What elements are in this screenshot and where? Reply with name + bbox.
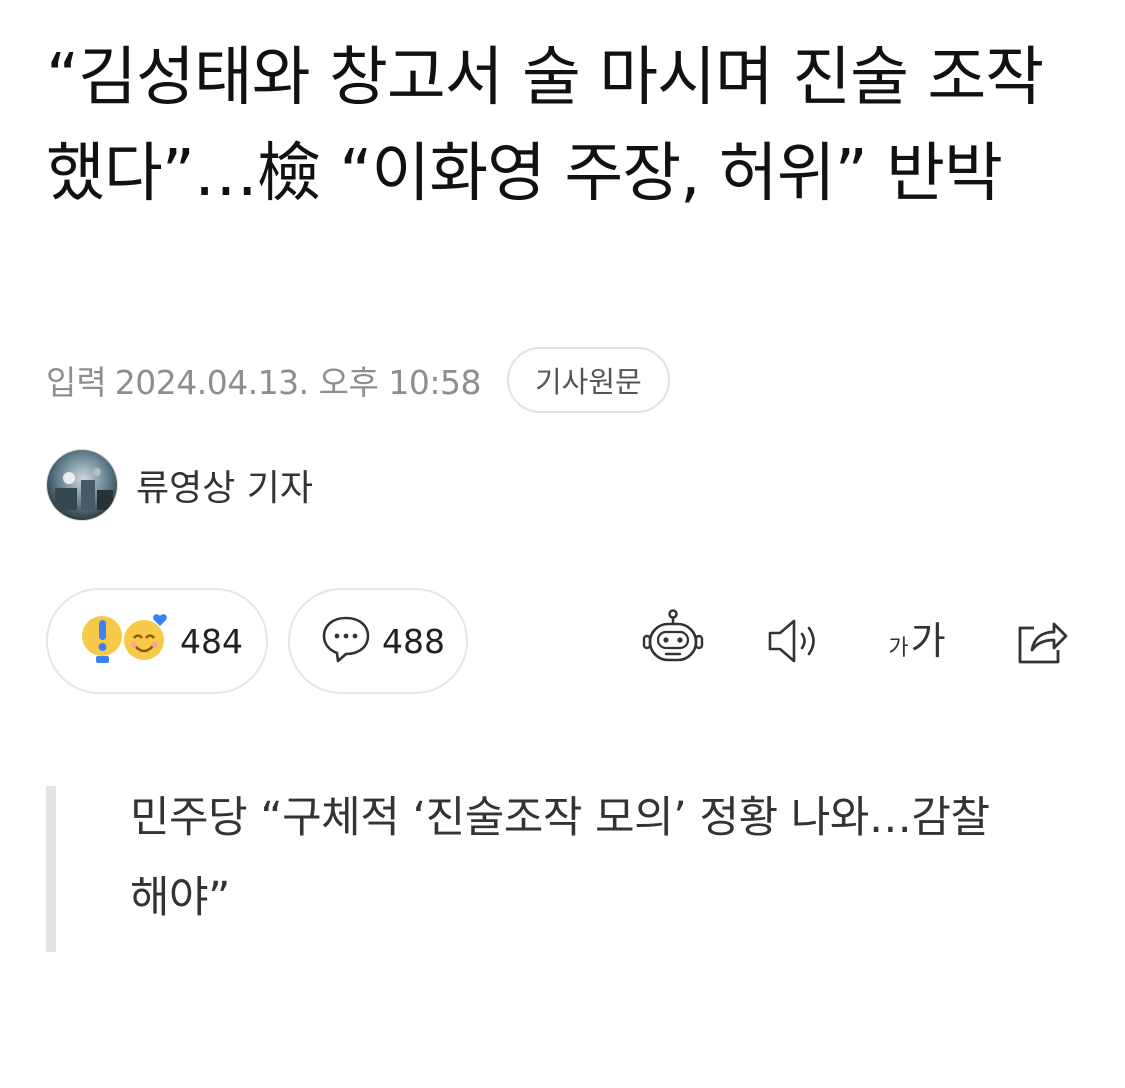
reaction-button[interactable]: 484 [46, 588, 268, 694]
article-meta: 입력 2024.04.13. 오후 10:58 기사원문 [46, 345, 670, 415]
article-headline: “김성태와 창고서 술 마시며 진술 조작했다”…檢 “이화영 주장, 허위” … [46, 41, 1044, 211]
font-size-icon[interactable]: 가가 [878, 602, 956, 680]
reporter-name[interactable]: 류영상 기자 [136, 459, 313, 511]
reaction-count: 484 [180, 621, 243, 661]
robot-icon[interactable] [634, 602, 712, 680]
exclamation-emoji-icon [80, 612, 128, 670]
publish-date: 2024.04.13. 오후 10:58 [114, 363, 482, 402]
date-label: 입력 [46, 363, 107, 402]
heart-smile-emoji-icon [122, 612, 170, 670]
original-article-button[interactable]: 기사원문 [506, 347, 670, 413]
comment-button[interactable]: 488 [288, 588, 468, 694]
speech-bubble-icon [320, 614, 372, 668]
speaker-icon[interactable] [756, 602, 834, 680]
share-icon[interactable] [1002, 602, 1080, 680]
article-subtitle-quote: 민주당 “구체적 ‘진술조작 모의’ 정황 나와…감찰해야” [46, 786, 1046, 952]
reporter-info[interactable]: 류영상 기자 [46, 448, 313, 522]
reporter-avatar[interactable] [46, 449, 118, 521]
subtitle-text: 민주당 “구체적 ‘진술조작 모의’ 정황 나와…감찰해야” [130, 793, 990, 923]
comment-count: 488 [382, 621, 445, 661]
